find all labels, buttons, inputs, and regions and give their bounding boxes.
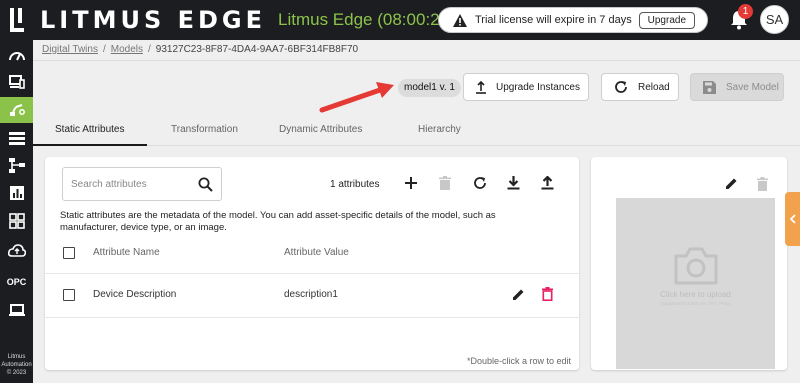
- column-header-attribute-name[interactable]: Attribute Name: [93, 247, 160, 258]
- apps-grid-icon: [8, 213, 25, 229]
- breadcrumb-separator: /: [102, 44, 106, 55]
- breadcrumb-digital-twins[interactable]: Digital Twins: [42, 44, 98, 55]
- computer-icon: [8, 303, 25, 316]
- tab-hierarchy[interactable]: Hierarchy: [418, 124, 461, 135]
- dashboard-icon: [8, 52, 25, 61]
- sidebar-item-cloud[interactable]: [0, 237, 33, 263]
- upgrade-license-button[interactable]: Upgrade: [638, 12, 695, 29]
- divider: [33, 60, 800, 61]
- divider: [45, 317, 579, 318]
- sidebar-item-apps[interactable]: [0, 208, 33, 234]
- reload-button[interactable]: Reload: [601, 73, 679, 101]
- sidebar-item-computer[interactable]: [0, 297, 33, 323]
- save-model-label: Save Model: [726, 81, 779, 93]
- attribute-count: 1 attributes: [330, 179, 380, 190]
- analytics-icon: [9, 186, 24, 200]
- refresh-icon[interactable]: [473, 176, 487, 190]
- column-header-attribute-value[interactable]: Attribute Value: [284, 247, 349, 258]
- notification-badge: 1: [738, 4, 753, 19]
- sidebar-item-dashboard[interactable]: [0, 42, 33, 68]
- upload-formats: (Supported formats are JPG, PNG): [660, 301, 731, 306]
- image-panel: Click here to upload (Supported formats …: [591, 157, 787, 370]
- reload-label: Reload: [638, 81, 670, 93]
- list-icon: [8, 131, 25, 145]
- tab-static-attributes[interactable]: Static Attributes: [55, 124, 124, 135]
- breadcrumb: Digital Twins / Models / 93127C23-8F87-4…: [42, 44, 358, 55]
- static-attributes-description: Static attributes are the metadata of th…: [60, 210, 496, 233]
- search-attributes-field[interactable]: Search attributes: [62, 167, 222, 201]
- license-text: Trial license will expire in 7 days: [475, 14, 632, 26]
- warning-icon: [453, 13, 467, 27]
- flows-icon: [8, 157, 25, 173]
- delete-icon[interactable]: [542, 287, 553, 301]
- license-banner: Trial license will expire in 7 days Upgr…: [438, 7, 708, 33]
- upload-prompt: Click here to upload: [660, 290, 731, 299]
- row-checkbox[interactable]: [63, 289, 75, 301]
- search-input[interactable]: Search attributes: [71, 179, 147, 190]
- footer-company-2: Automation: [1, 362, 32, 368]
- add-icon[interactable]: [404, 176, 418, 190]
- tab-transformation[interactable]: Transformation: [171, 124, 238, 135]
- digital-twins-icon: [9, 104, 25, 116]
- footer-company: Litmus: [7, 354, 26, 360]
- sidebar-item-list[interactable]: [0, 125, 33, 151]
- upgrade-instances-button[interactable]: Upgrade Instances: [463, 73, 589, 101]
- sidebar-item-label: OPC: [6, 277, 27, 287]
- camera-icon: [674, 247, 718, 285]
- tab-dynamic-attributes[interactable]: Dynamic Attributes: [279, 124, 362, 135]
- logo: LITMUS EDGE: [10, 6, 266, 34]
- active-tab-indicator: [33, 144, 147, 146]
- image-upload-area[interactable]: Click here to upload (Supported formats …: [616, 198, 775, 369]
- select-all-checkbox[interactable]: [63, 247, 75, 259]
- upload-icon[interactable]: [541, 176, 554, 190]
- edit-icon[interactable]: [512, 288, 525, 301]
- model-version-chip: model1 v. 1: [398, 79, 461, 97]
- edit-image-icon[interactable]: [725, 177, 738, 190]
- edit-hint: *Double-click a row to edit: [466, 356, 571, 366]
- upgrade-arrow-icon: [476, 80, 486, 94]
- footer-copyright: © 2023: [6, 370, 27, 376]
- delete-image-icon[interactable]: [757, 177, 768, 191]
- save-model-button[interactable]: Save Model: [690, 73, 784, 101]
- sidebar: OPC Litmus Automation © 2023: [0, 40, 33, 383]
- sidebar-item-devices[interactable]: [0, 69, 33, 95]
- litmus-logo-icon: [10, 8, 30, 32]
- delete-disabled-icon[interactable]: [439, 176, 451, 190]
- user-avatar[interactable]: SA: [760, 5, 789, 34]
- divider: [45, 273, 579, 274]
- breadcrumb-separator: /: [147, 44, 151, 55]
- search-icon[interactable]: [198, 177, 213, 192]
- attribute-name-cell: Device Description: [93, 289, 177, 300]
- chevron-left-icon: [789, 214, 796, 224]
- breadcrumb-models[interactable]: Models: [111, 44, 143, 55]
- brand-name: LITMUS EDGE: [40, 6, 267, 34]
- sidebar-item-digital-twins[interactable]: [0, 97, 33, 123]
- reload-icon: [615, 81, 627, 93]
- tab-bar: Static Attributes Transformation Dynamic…: [33, 116, 800, 146]
- annotation-arrow-icon: [319, 82, 394, 113]
- static-attributes-card: Search attributes 1 attributes Static at…: [45, 157, 579, 370]
- attribute-value-cell: description1: [284, 289, 338, 300]
- sidebar-item-opc[interactable]: OPC: [0, 269, 33, 295]
- upgrade-instances-label: Upgrade Instances: [496, 81, 580, 93]
- sidebar-footer: Litmus Automation © 2023: [0, 353, 33, 377]
- download-icon[interactable]: [507, 176, 520, 190]
- side-panel-toggle[interactable]: [785, 192, 800, 246]
- save-icon: [703, 80, 716, 94]
- cloud-upload-icon: [7, 243, 26, 257]
- sidebar-item-flows[interactable]: [0, 152, 33, 178]
- sidebar-item-analytics[interactable]: [0, 180, 33, 206]
- breadcrumb-current: 93127C23-8F87-4DA4-9AA7-6BF314FB8F70: [155, 44, 359, 55]
- devices-icon: [8, 75, 25, 89]
